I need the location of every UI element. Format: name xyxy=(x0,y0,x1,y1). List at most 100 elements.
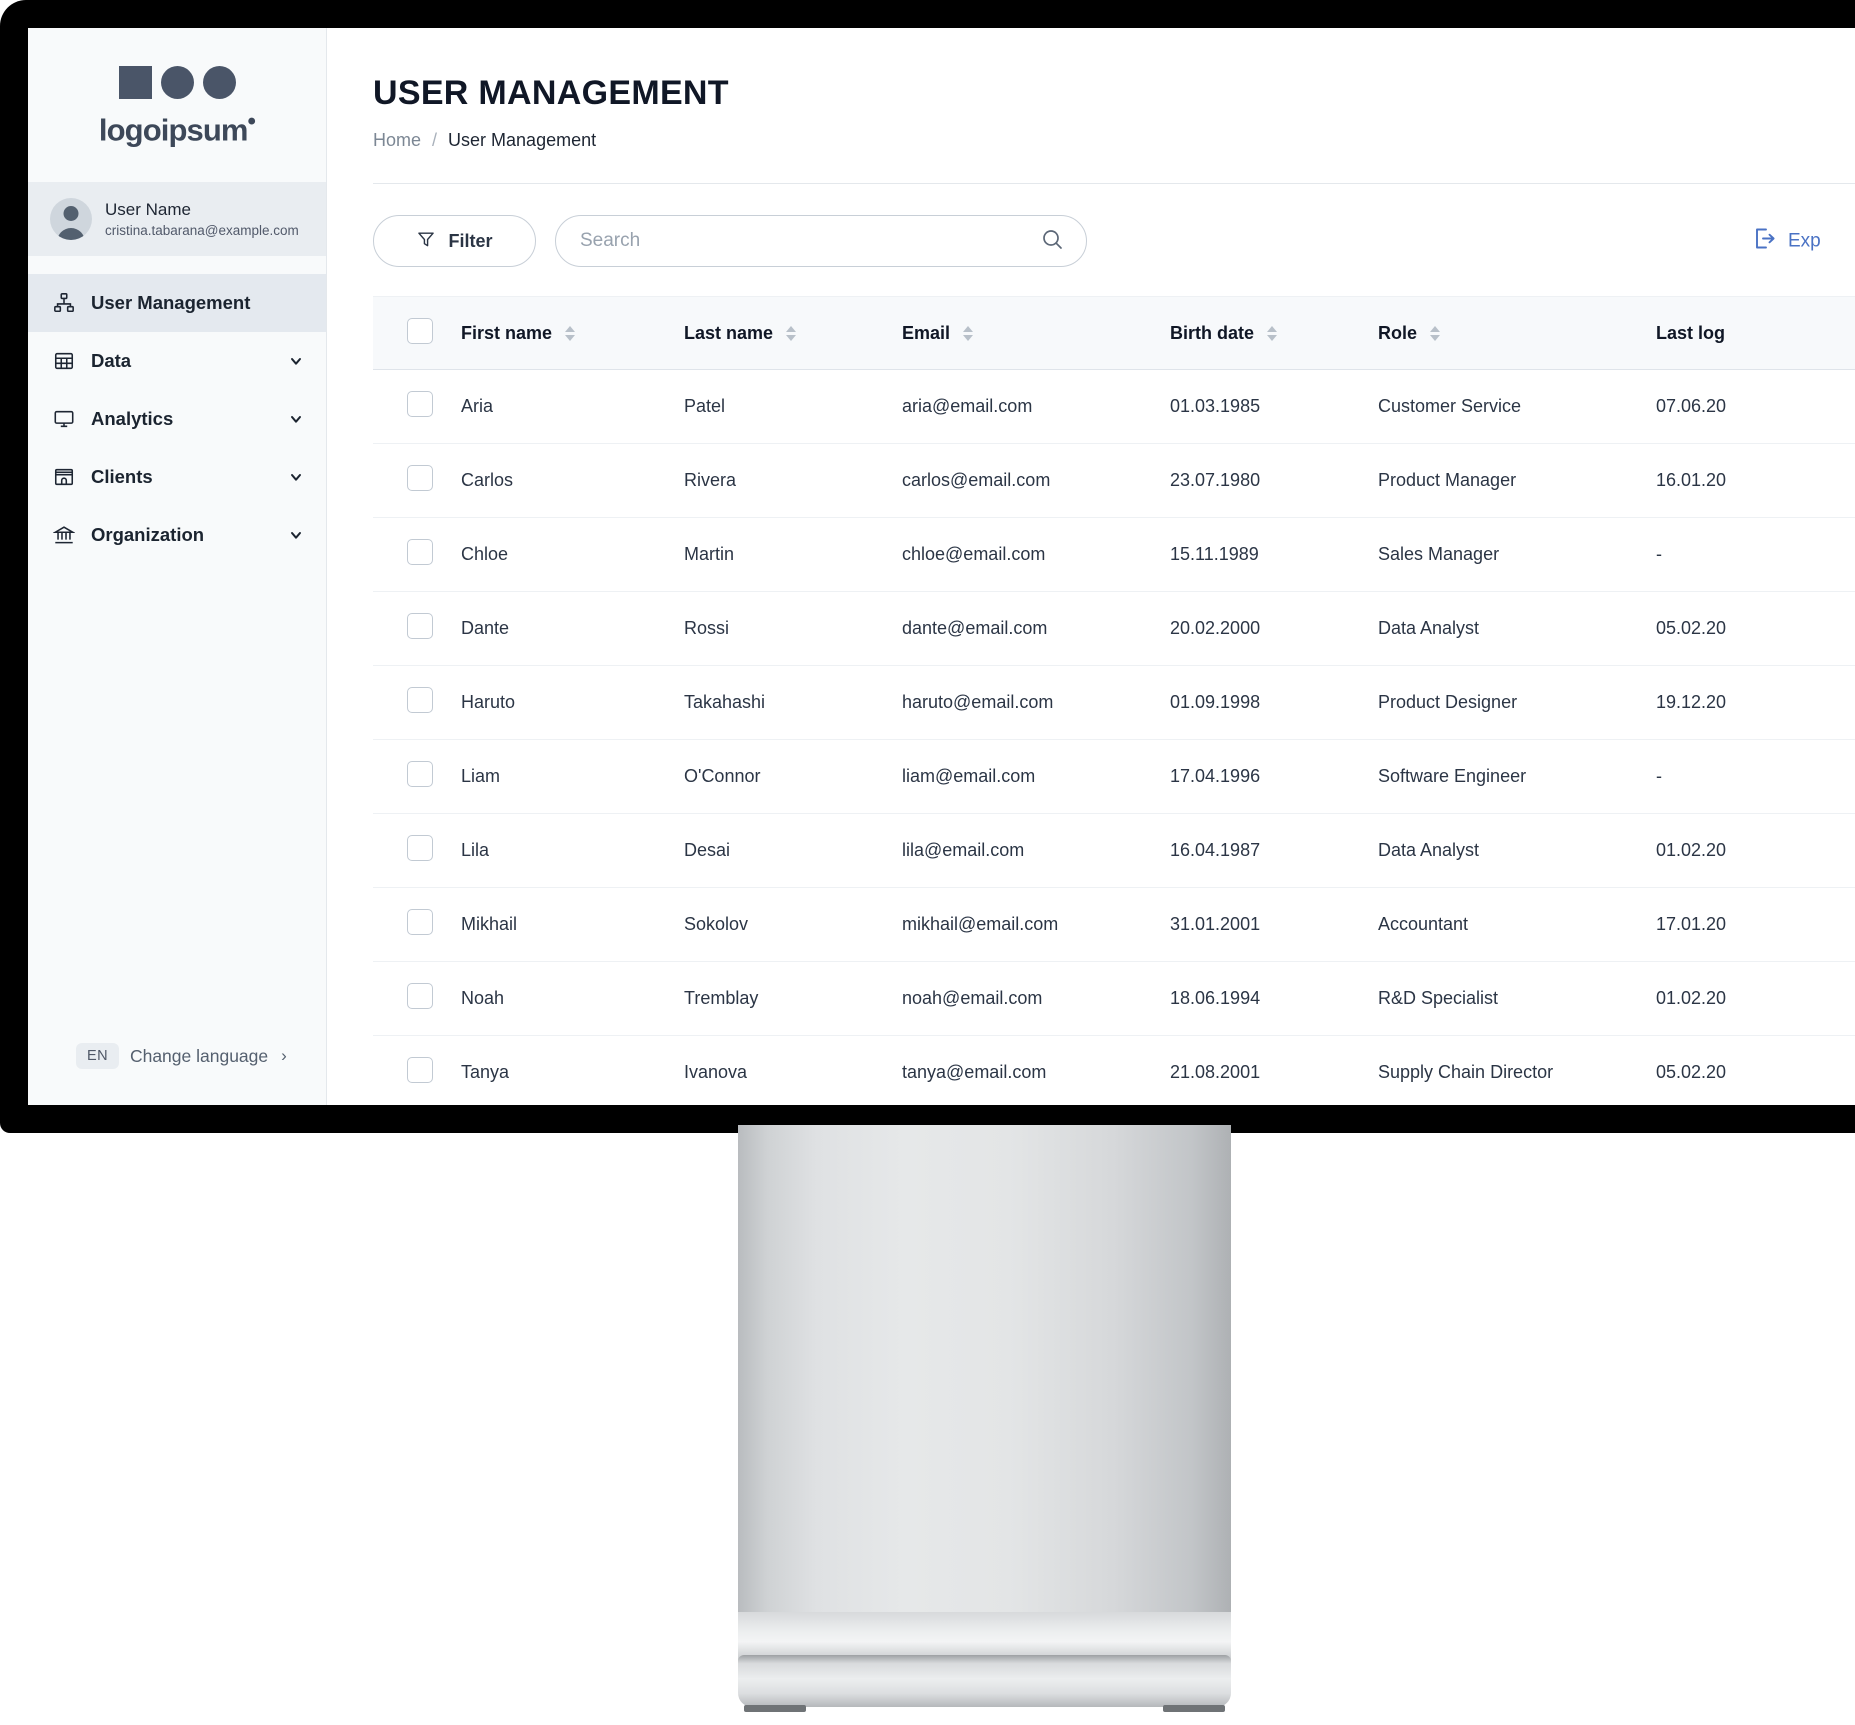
sidebar-nav: User Management Data Analytics Clients O… xyxy=(28,256,326,1043)
cell-role: Sales Manager xyxy=(1378,517,1656,592)
table-row[interactable]: Dante Rossi dante@email.com 20.02.2000 Data … xyxy=(373,591,1855,666)
logo-square-icon xyxy=(118,66,152,99)
cell-last-login: 01.02.20 xyxy=(1656,961,1855,1036)
search-icon[interactable] xyxy=(1040,227,1064,256)
th-last-login[interactable]: Last log xyxy=(1656,296,1855,370)
brand-name-text: logoipsum xyxy=(98,112,249,148)
row-select-cell xyxy=(373,961,461,1036)
th-first-name[interactable]: First name xyxy=(461,296,684,370)
th-label: Last log xyxy=(1656,323,1726,343)
cell-last-name: Tremblay xyxy=(684,961,902,1036)
cell-birth-date: 31.01.2001 xyxy=(1170,887,1378,962)
cell-birth-date: 16.04.1987 xyxy=(1170,813,1378,888)
table-row[interactable]: Haruto Takahashi haruto@email.com 01.09.199… xyxy=(373,665,1855,740)
user-profile-card[interactable]: User Name cristina.tabarana@example.com xyxy=(28,182,326,257)
monitor-icon xyxy=(52,407,76,431)
chevron-down-icon[interactable] xyxy=(288,469,304,485)
table-body: Aria Patel aria@email.com 01.03.1985 Custome… xyxy=(373,369,1855,1105)
table-row[interactable]: Liam O'Connor liam@email.com 17.04.1996 Soft… xyxy=(373,739,1855,814)
search-input[interactable] xyxy=(580,230,1040,252)
sidebar-item-data[interactable]: Data xyxy=(28,332,326,390)
th-select-all xyxy=(373,296,461,370)
cell-last-name: Patel xyxy=(684,369,902,444)
row-checkbox[interactable] xyxy=(407,465,433,491)
sort-icon[interactable] xyxy=(786,326,797,341)
row-checkbox[interactable] xyxy=(407,391,433,417)
screen: logoipsum• User Name cristina.tabarana@e… xyxy=(28,28,1855,1105)
cell-last-name: Rossi xyxy=(684,591,902,666)
th-birth-date[interactable]: Birth date xyxy=(1170,296,1378,370)
cell-birth-date: 23.07.1980 xyxy=(1170,443,1378,518)
cell-first-name: Aria xyxy=(461,369,684,444)
cell-role: Product Manager xyxy=(1378,443,1656,518)
cell-first-name: Tanya xyxy=(461,1035,684,1105)
table-icon xyxy=(52,349,76,373)
cell-email: lila@email.com xyxy=(902,813,1170,888)
cell-first-name: Carlos xyxy=(461,443,684,518)
row-select-cell xyxy=(373,665,461,740)
th-label: Last name xyxy=(684,323,774,343)
change-language-button[interactable]: EN Change language › xyxy=(28,1043,326,1105)
sort-icon[interactable] xyxy=(963,326,974,341)
avatar-body xyxy=(57,228,85,241)
breadcrumb: Home / User Management xyxy=(373,130,1855,151)
th-label: First name xyxy=(461,323,553,343)
sort-icon[interactable] xyxy=(1430,326,1441,341)
row-checkbox[interactable] xyxy=(407,613,433,639)
sidebar-item-clients[interactable]: Clients xyxy=(28,448,326,506)
sidebar-item-user-management[interactable]: User Management xyxy=(28,274,326,333)
row-checkbox[interactable] xyxy=(407,909,433,935)
table-row[interactable]: Tanya Ivanova tanya@email.com 21.08.2001 Sup… xyxy=(373,1035,1855,1105)
logo-circle-icon-1 xyxy=(160,66,194,99)
cell-email: aria@email.com xyxy=(902,369,1170,444)
cell-last-name: Desai xyxy=(684,813,902,888)
cell-role: Supply Chain Director xyxy=(1378,1035,1656,1105)
sitemap-icon xyxy=(52,291,76,315)
table-row[interactable]: Noah Tremblay noah@email.com 18.06.1994 R&D … xyxy=(373,961,1855,1036)
sidebar-item-organization[interactable]: Organization xyxy=(28,506,326,564)
sort-icon[interactable] xyxy=(1267,326,1278,341)
table-row[interactable]: Lila Desai lila@email.com 16.04.1987 Data An… xyxy=(373,813,1855,888)
th-email[interactable]: Email xyxy=(902,296,1170,370)
search-box[interactable] xyxy=(555,215,1087,267)
cell-last-login: 01.02.20 xyxy=(1656,813,1855,888)
export-button[interactable]: Exp xyxy=(1753,227,1821,256)
chevron-down-icon[interactable] xyxy=(288,411,304,427)
brand-logo[interactable]: logoipsum• xyxy=(28,28,326,182)
breadcrumb-home-link[interactable]: Home xyxy=(373,130,421,151)
row-checkbox[interactable] xyxy=(407,539,433,565)
chevron-down-icon[interactable] xyxy=(288,353,304,369)
main-content: USER MANAGEMENT Home / User Management F… xyxy=(327,28,1855,1105)
table-row[interactable]: Chloe Martin chloe@email.com 15.11.1989 Sale… xyxy=(373,517,1855,592)
sidebar-item-label: User Management xyxy=(91,292,251,314)
th-role[interactable]: Role xyxy=(1378,296,1656,370)
cell-last-name: Takahashi xyxy=(684,665,902,740)
cell-first-name: Liam xyxy=(461,739,684,814)
row-select-cell xyxy=(373,591,461,666)
cell-email: tanya@email.com xyxy=(902,1035,1170,1105)
sidebar-item-analytics[interactable]: Analytics xyxy=(28,390,326,448)
cell-birth-date: 18.06.1994 xyxy=(1170,961,1378,1036)
table-row[interactable]: Mikhail Sokolov mikhail@email.com 31.01.200… xyxy=(373,887,1855,962)
cell-last-login: 16.01.20 xyxy=(1656,443,1855,518)
table-row[interactable]: Carlos Rivera carlos@email.com 23.07.1980 Pr… xyxy=(373,443,1855,518)
row-checkbox[interactable] xyxy=(407,687,433,713)
th-last-name[interactable]: Last name xyxy=(684,296,902,370)
cell-role: Accountant xyxy=(1378,887,1656,962)
breadcrumb-current: User Management xyxy=(448,130,597,150)
cell-email: noah@email.com xyxy=(902,961,1170,1036)
row-checkbox[interactable] xyxy=(407,835,433,861)
logo-marks xyxy=(118,66,236,99)
filter-button[interactable]: Filter xyxy=(373,215,536,267)
brand-name: logoipsum• xyxy=(98,108,256,148)
table-row[interactable]: Aria Patel aria@email.com 01.03.1985 Custome… xyxy=(373,369,1855,444)
cell-email: chloe@email.com xyxy=(902,517,1170,592)
row-checkbox[interactable] xyxy=(407,983,433,1009)
chevron-down-icon[interactable] xyxy=(288,527,304,543)
sort-icon[interactable] xyxy=(565,326,576,341)
select-all-checkbox[interactable] xyxy=(407,318,433,344)
row-checkbox[interactable] xyxy=(407,1057,433,1083)
cell-last-name: Rivera xyxy=(684,443,902,518)
cell-last-name: Martin xyxy=(684,517,902,592)
row-checkbox[interactable] xyxy=(407,761,433,787)
